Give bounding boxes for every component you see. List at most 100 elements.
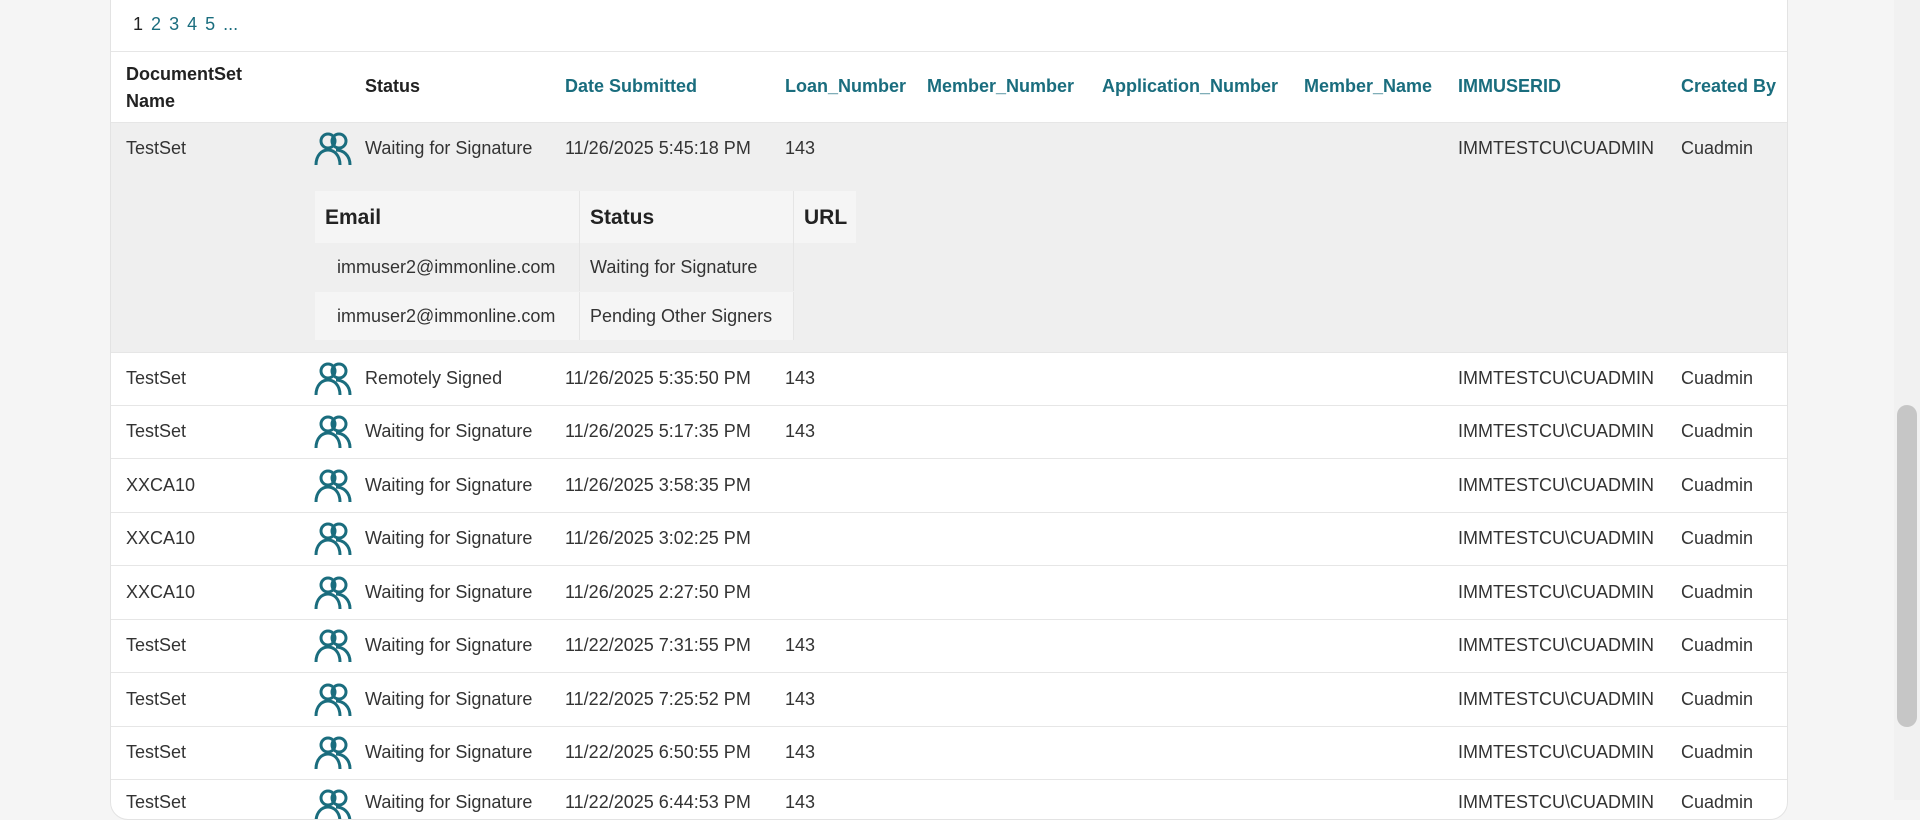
divider — [111, 352, 1787, 353]
users-icon[interactable] — [314, 628, 352, 664]
divider — [111, 122, 1787, 123]
page-link-5[interactable]: 5 — [205, 14, 215, 34]
cell-created-by: Cuadmin — [1681, 792, 1754, 812]
cell-immuserid: IMMTESTCU\CUADMIN — [1458, 475, 1654, 495]
divider — [111, 405, 1787, 406]
cell-loan-number: 143 — [785, 138, 816, 158]
cell-date-submitted: 11/26/2025 3:58:35 PM — [565, 475, 751, 495]
cell-loan-number: 143 — [785, 635, 816, 655]
cell-created-by: Cuadmin — [1681, 368, 1754, 388]
users-icon[interactable] — [314, 521, 352, 557]
page-link-1[interactable]: 1 — [133, 14, 143, 34]
signers-header-status: Status — [580, 191, 794, 243]
signer-email: immuser2@immonline.com — [315, 243, 580, 291]
page-link-4[interactable]: 4 — [187, 14, 197, 34]
signer-email: immuser2@immonline.com — [315, 292, 580, 340]
header-documentset-name: DocumentSet Name — [126, 64, 243, 111]
header-member-name[interactable]: Member_Name — [1304, 76, 1432, 97]
users-icon[interactable] — [314, 361, 352, 397]
header-immuserid[interactable]: IMMUSERID — [1458, 76, 1561, 97]
divider — [111, 619, 1787, 620]
cell-created-by: Cuadmin — [1681, 475, 1754, 495]
cell-documentset-name: TestSet — [126, 742, 187, 762]
users-icon[interactable] — [314, 131, 352, 167]
cell-created-by: Cuadmin — [1681, 582, 1754, 602]
header-status: Status — [365, 76, 421, 96]
cell-status: Waiting for Signature — [365, 635, 533, 655]
cell-loan-number: 143 — [785, 689, 816, 709]
users-icon[interactable] — [314, 575, 352, 611]
cell-date-submitted: 11/22/2025 6:44:53 PM — [565, 792, 751, 812]
cell-immuserid: IMMTESTCU\CUADMIN — [1458, 742, 1654, 762]
divider — [111, 672, 1787, 673]
users-icon[interactable] — [314, 788, 352, 820]
cell-status: Waiting for Signature — [365, 138, 533, 158]
page-link-2[interactable]: 2 — [151, 14, 161, 34]
cell-date-submitted: 11/22/2025 6:50:55 PM — [565, 742, 751, 762]
header-member-number[interactable]: Member_Number — [927, 76, 1074, 97]
signers-header-url: URL — [794, 191, 856, 243]
users-icon[interactable] — [314, 735, 352, 771]
cell-status: Waiting for Signature — [365, 475, 533, 495]
cell-date-submitted: 11/22/2025 7:31:55 PM — [565, 635, 751, 655]
cell-documentset-name: XXCA10 — [126, 582, 196, 602]
cell-documentset-name: XXCA10 — [126, 528, 196, 548]
cell-status: Waiting for Signature — [365, 421, 533, 441]
divider — [111, 458, 1787, 459]
cell-created-by: Cuadmin — [1681, 138, 1754, 158]
header-application-number[interactable]: Application_Number — [1102, 76, 1278, 97]
cell-immuserid: IMMTESTCU\CUADMIN — [1458, 582, 1654, 602]
pagination: 1 2 3 4 5 ... — [133, 14, 241, 35]
users-icon[interactable] — [314, 682, 352, 718]
header-loan-number[interactable]: Loan_Number — [785, 76, 906, 97]
cell-date-submitted: 11/26/2025 2:27:50 PM — [565, 582, 751, 602]
divider — [111, 726, 1787, 727]
cell-status: Waiting for Signature — [365, 689, 533, 709]
cell-immuserid: IMMTESTCU\CUADMIN — [1458, 689, 1654, 709]
cell-documentset-name: TestSet — [126, 368, 187, 388]
divider — [111, 565, 1787, 566]
cell-created-by: Cuadmin — [1681, 635, 1754, 655]
cell-loan-number: 143 — [785, 368, 816, 388]
cell-status: Waiting for Signature — [365, 742, 533, 762]
cell-created-by: Cuadmin — [1681, 421, 1754, 441]
cell-status: Waiting for Signature — [365, 792, 533, 812]
header-created-by[interactable]: Created By — [1681, 76, 1776, 97]
divider — [111, 779, 1787, 780]
divider — [111, 512, 1787, 513]
cell-documentset-name: TestSet — [126, 138, 187, 158]
cell-immuserid: IMMTESTCU\CUADMIN — [1458, 138, 1654, 158]
cell-date-submitted: 11/26/2025 5:17:35 PM — [565, 421, 751, 441]
cell-status: Remotely Signed — [365, 368, 503, 388]
divider — [111, 51, 1787, 52]
cell-loan-number: 143 — [785, 421, 816, 441]
cell-status: Waiting for Signature — [365, 528, 533, 548]
signer-status: Pending Other Signers — [580, 292, 794, 340]
cell-date-submitted: 11/26/2025 5:45:18 PM — [565, 138, 751, 158]
cell-documentset-name: XXCA10 — [126, 475, 196, 495]
page-scrollbar[interactable] — [1894, 0, 1920, 800]
cell-date-submitted: 11/22/2025 7:25:52 PM — [565, 689, 751, 709]
cell-immuserid: IMMTESTCU\CUADMIN — [1458, 368, 1654, 388]
cell-immuserid: IMMTESTCU\CUADMIN — [1458, 635, 1654, 655]
scrollbar-thumb[interactable] — [1897, 405, 1917, 727]
cell-documentset-name: TestSet — [126, 421, 187, 441]
users-icon[interactable] — [314, 468, 352, 504]
users-icon[interactable] — [314, 414, 352, 450]
cell-immuserid: IMMTESTCU\CUADMIN — [1458, 792, 1654, 812]
signer-status: Waiting for Signature — [580, 243, 794, 291]
cell-documentset-name: TestSet — [126, 635, 187, 655]
header-date-submitted[interactable]: Date Submitted — [565, 76, 697, 97]
cell-loan-number: 143 — [785, 742, 816, 762]
cell-immuserid: IMMTESTCU\CUADMIN — [1458, 421, 1654, 441]
cell-created-by: Cuadmin — [1681, 742, 1754, 762]
cell-created-by: Cuadmin — [1681, 689, 1754, 709]
cell-documentset-name: TestSet — [126, 689, 187, 709]
page-link-more[interactable]: ... — [223, 14, 238, 34]
cell-status: Waiting for Signature — [365, 582, 533, 602]
page-link-3[interactable]: 3 — [169, 14, 179, 34]
cell-immuserid: IMMTESTCU\CUADMIN — [1458, 528, 1654, 548]
cell-date-submitted: 11/26/2025 3:02:25 PM — [565, 528, 751, 548]
cell-created-by: Cuadmin — [1681, 528, 1754, 548]
signers-header-email: Email — [315, 191, 580, 243]
